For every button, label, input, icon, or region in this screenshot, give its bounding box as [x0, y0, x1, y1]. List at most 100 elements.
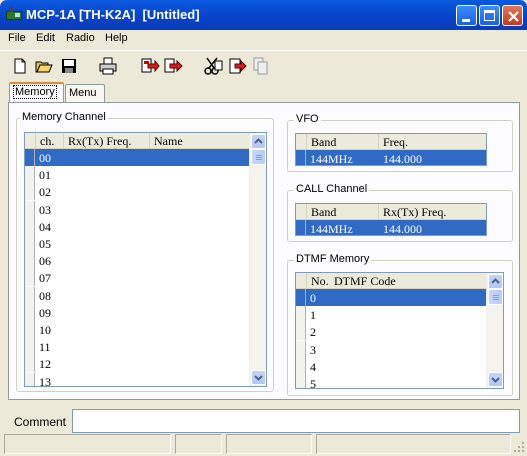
tab-menu-label: Menu: [69, 87, 97, 99]
dtmf-row-number: 1: [310, 308, 316, 323]
scroll-thumb[interactable]: [488, 289, 503, 305]
column-name[interactable]: Name: [150, 133, 250, 149]
memory-channel-row[interactable]: 00: [25, 149, 266, 166]
memory-channel-row-number: 12: [39, 357, 51, 372]
dtmf-row[interactable]: 1: [296, 306, 503, 324]
dtmf-memory-list[interactable]: No. DTMF Code 0 1 2 3 4 5: [295, 272, 504, 389]
row-header-cell: [25, 321, 35, 338]
status-pane-4: [316, 434, 511, 454]
scroll-up-button[interactable]: [251, 134, 266, 149]
menu-help[interactable]: Help: [105, 32, 128, 44]
memory-channel-row[interactable]: 12: [25, 355, 266, 373]
memory-channel-list[interactable]: ch. Rx(Tx) Freq. Name 00 01 02 03 04 05 06 07 08…: [24, 132, 267, 387]
cut-icon[interactable]: [202, 55, 224, 77]
dtmf-header: No. DTMF Code: [296, 273, 503, 289]
dtmf-row[interactable]: 3: [296, 340, 503, 358]
dtmf-row[interactable]: 2: [296, 323, 503, 341]
call-row[interactable]: 144MHz 144.000: [296, 220, 486, 236]
memory-channel-row-number: 06: [39, 254, 51, 269]
dtmf-row-number: 4: [310, 359, 316, 374]
minimize-button[interactable]: [456, 5, 477, 26]
vfo-header: Band Freq.: [296, 134, 486, 150]
resize-grip-icon[interactable]: [513, 441, 525, 453]
dtmf-row[interactable]: 0: [296, 289, 503, 306]
scroll-down-button[interactable]: [488, 372, 503, 387]
dtmf-list-scrollbar[interactable]: [486, 273, 503, 388]
memory-channel-row[interactable]: 09: [25, 303, 266, 321]
dtmf-memory-label: DTMF Memory: [294, 253, 372, 265]
memory-channel-row-number: 03: [39, 202, 51, 217]
row-header-cell: [25, 166, 35, 184]
open-icon[interactable]: [33, 55, 55, 77]
dtmf-row[interactable]: 4: [296, 357, 503, 375]
save-icon[interactable]: [58, 55, 80, 77]
memory-channel-header: ch. Rx(Tx) Freq. Name: [25, 133, 266, 149]
memory-channel-row[interactable]: 07: [25, 269, 266, 287]
column-ch[interactable]: ch.: [36, 133, 64, 149]
memory-channel-row[interactable]: 13: [25, 372, 266, 386]
memory-channel-row-number: 08: [39, 288, 51, 303]
memory-channel-row[interactable]: 02: [25, 183, 266, 201]
copy-icon[interactable]: [250, 55, 272, 77]
memory-list-scrollbar[interactable]: [249, 133, 266, 386]
row-header-cell: [296, 134, 307, 150]
chevron-down-icon: [254, 375, 263, 381]
memory-channel-row-number: 05: [39, 237, 51, 251]
memory-channel-row[interactable]: 10: [25, 321, 266, 338]
call-channel-list[interactable]: Band Rx(Tx) Freq. 144MHz 144.000: [295, 203, 487, 236]
vfo-list[interactable]: Band Freq. 144MHz 144.000: [295, 133, 487, 166]
tab-memory-label: Memory: [13, 85, 57, 99]
close-icon: [508, 11, 519, 22]
memory-channel-row[interactable]: 05: [25, 235, 266, 252]
status-pane-2: [175, 434, 222, 454]
chevron-up-icon: [491, 278, 500, 284]
scroll-down-button[interactable]: [251, 370, 266, 385]
dtmf-row-number: 5: [310, 377, 316, 389]
memory-channel-row[interactable]: 03: [25, 200, 266, 218]
memory-channel-row-number: 07: [39, 271, 51, 286]
row-header-cell: [25, 269, 35, 287]
column-freq[interactable]: Freq.: [379, 134, 486, 150]
column-band[interactable]: Band: [307, 134, 379, 150]
column-rx-freq[interactable]: Rx(Tx) Freq.: [379, 204, 486, 220]
read-from-radio-icon[interactable]: [138, 55, 160, 77]
maximize-button[interactable]: [479, 5, 500, 26]
comment-field[interactable]: [72, 409, 520, 433]
memory-channel-row[interactable]: 01: [25, 166, 266, 184]
column-rx-freq[interactable]: Rx(Tx) Freq.: [64, 133, 150, 149]
status-pane-1: [4, 434, 171, 454]
new-icon[interactable]: [9, 55, 31, 77]
tab-memory[interactable]: Memory: [9, 82, 64, 103]
menu-edit[interactable]: Edit: [36, 32, 55, 44]
status-pane-3: [226, 434, 312, 454]
memory-channel-row-number: 11: [39, 340, 51, 355]
call-band: 144MHz: [310, 222, 353, 236]
memory-channel-row[interactable]: 04: [25, 217, 266, 235]
row-header-cell: [25, 355, 35, 373]
memory-channel-row[interactable]: 06: [25, 252, 266, 270]
row-header-cell: [25, 372, 35, 386]
memory-channel-row-number: 09: [39, 305, 51, 320]
vfo-label: VFO: [294, 113, 321, 125]
column-dtmf-code[interactable]: DTMF Code: [330, 273, 488, 289]
chevron-up-icon: [254, 138, 263, 144]
paste-icon[interactable]: [226, 55, 248, 77]
row-header-cell: [25, 235, 35, 252]
row-header-cell: [25, 338, 35, 356]
row-header-cell: [25, 133, 36, 149]
menu-file[interactable]: File: [8, 32, 26, 44]
dtmf-row[interactable]: 5: [296, 375, 503, 389]
vfo-row[interactable]: 144MHz 144.000: [296, 150, 486, 165]
row-header-cell: [296, 289, 306, 306]
close-button[interactable]: [502, 5, 523, 26]
memory-channel-row[interactable]: 08: [25, 286, 266, 304]
memory-channel-row[interactable]: 11: [25, 338, 266, 356]
column-band[interactable]: Band: [307, 204, 379, 220]
memory-channel-row-number: 04: [39, 219, 51, 234]
scroll-up-button[interactable]: [488, 274, 503, 289]
menu-radio[interactable]: Radio: [66, 32, 95, 44]
tab-menu[interactable]: Menu: [65, 84, 105, 103]
scroll-thumb[interactable]: [251, 149, 266, 165]
print-icon[interactable]: [97, 55, 119, 77]
write-to-radio-icon[interactable]: [162, 55, 184, 77]
